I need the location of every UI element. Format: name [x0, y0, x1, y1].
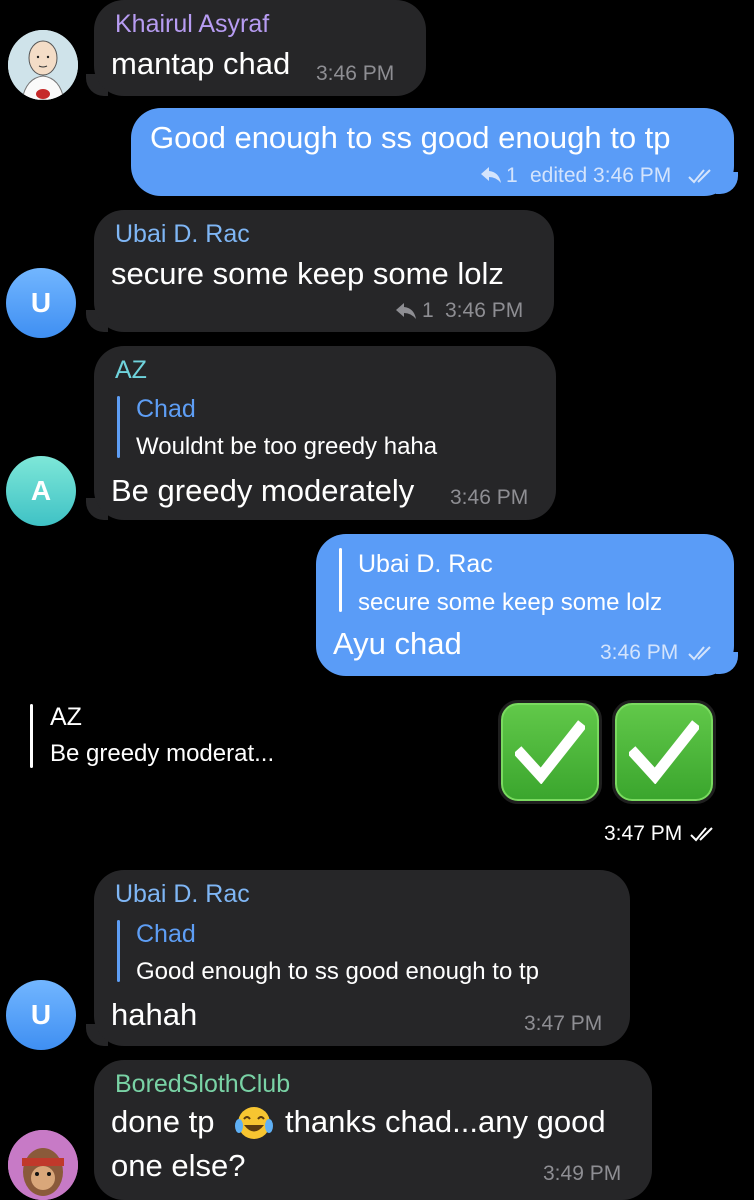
- double-check-icon: [690, 827, 713, 842]
- sender-name[interactable]: Khairul Asyraf: [115, 10, 269, 39]
- avatar-letter: U: [30, 999, 52, 1030]
- check-mark-button-icon: [498, 700, 602, 804]
- reply-arrow-icon[interactable]: [480, 166, 502, 184]
- message-text-line1b: thanks chad...any good: [285, 1104, 606, 1139]
- reply-count[interactable]: 1: [422, 299, 434, 323]
- bald-man-avatar-icon[interactable]: [8, 30, 78, 100]
- message-text-line2: one else?: [111, 1148, 246, 1183]
- sloth-avatar-icon[interactable]: [8, 1130, 78, 1200]
- message-time: 3:47 PM: [524, 1012, 603, 1035]
- message-time: 3:46 PM: [450, 486, 529, 509]
- reply-arrow-icon[interactable]: [395, 302, 417, 320]
- avatar-ubai[interactable]: U: [6, 268, 76, 338]
- message-text: hahah: [111, 997, 198, 1032]
- double-check-icon: [688, 646, 711, 661]
- sender-name[interactable]: BoredSlothClub: [115, 1070, 290, 1099]
- sender-name[interactable]: Ubai D. Rac: [115, 220, 250, 249]
- avatar-ubai[interactable]: U: [6, 980, 76, 1050]
- message-text: Be greedy moderately: [111, 473, 415, 508]
- message-text: Ayu chad: [333, 626, 462, 661]
- reply-quote-text[interactable]: Wouldnt be too greedy haha: [136, 433, 437, 461]
- reply-count[interactable]: 1: [506, 164, 518, 188]
- message-time: 3:49 PM: [543, 1162, 622, 1185]
- check-mark-button-icon: [612, 700, 716, 804]
- avatar-letter: A: [30, 475, 52, 506]
- reply-quote-name[interactable]: Ubai D. Rac: [358, 550, 493, 579]
- message-time: 3:46 PM: [445, 299, 524, 322]
- sender-name[interactable]: Ubai D. Rac: [115, 880, 250, 909]
- reply-quote-text[interactable]: Be greedy moderat...: [50, 740, 274, 768]
- tears-of-joy-icon: [235, 1107, 273, 1139]
- message-text: mantap chad: [111, 46, 291, 81]
- message-meta: edited 3:46 PM: [530, 164, 672, 187]
- reply-quote-bar: [339, 548, 342, 612]
- double-check-icon: [688, 169, 711, 184]
- reply-quote-text[interactable]: secure some keep some lolz: [358, 589, 662, 617]
- avatar-letter: U: [30, 287, 52, 318]
- reply-quote-name[interactable]: Chad: [136, 395, 196, 424]
- reply-quote-bar: [117, 920, 120, 982]
- sender-name[interactable]: AZ: [115, 356, 147, 385]
- reply-quote-bar: [117, 396, 120, 458]
- reply-quote-name[interactable]: Chad: [136, 920, 196, 949]
- message-time: 3:47 PM: [604, 822, 683, 845]
- message-time: 3:46 PM: [600, 641, 679, 664]
- reply-quote-bar: [30, 704, 33, 768]
- reply-quote-text[interactable]: Good enough to ss good enough to tp: [136, 958, 539, 986]
- message-text: secure some keep some lolz: [111, 256, 504, 291]
- message-time: 3:46 PM: [316, 62, 395, 85]
- message-text-line1: done tp: [111, 1104, 215, 1139]
- reply-quote-name[interactable]: AZ: [50, 703, 82, 732]
- message-text: Good enough to ss good enough to tp: [150, 120, 671, 155]
- avatar-az[interactable]: A: [6, 456, 76, 526]
